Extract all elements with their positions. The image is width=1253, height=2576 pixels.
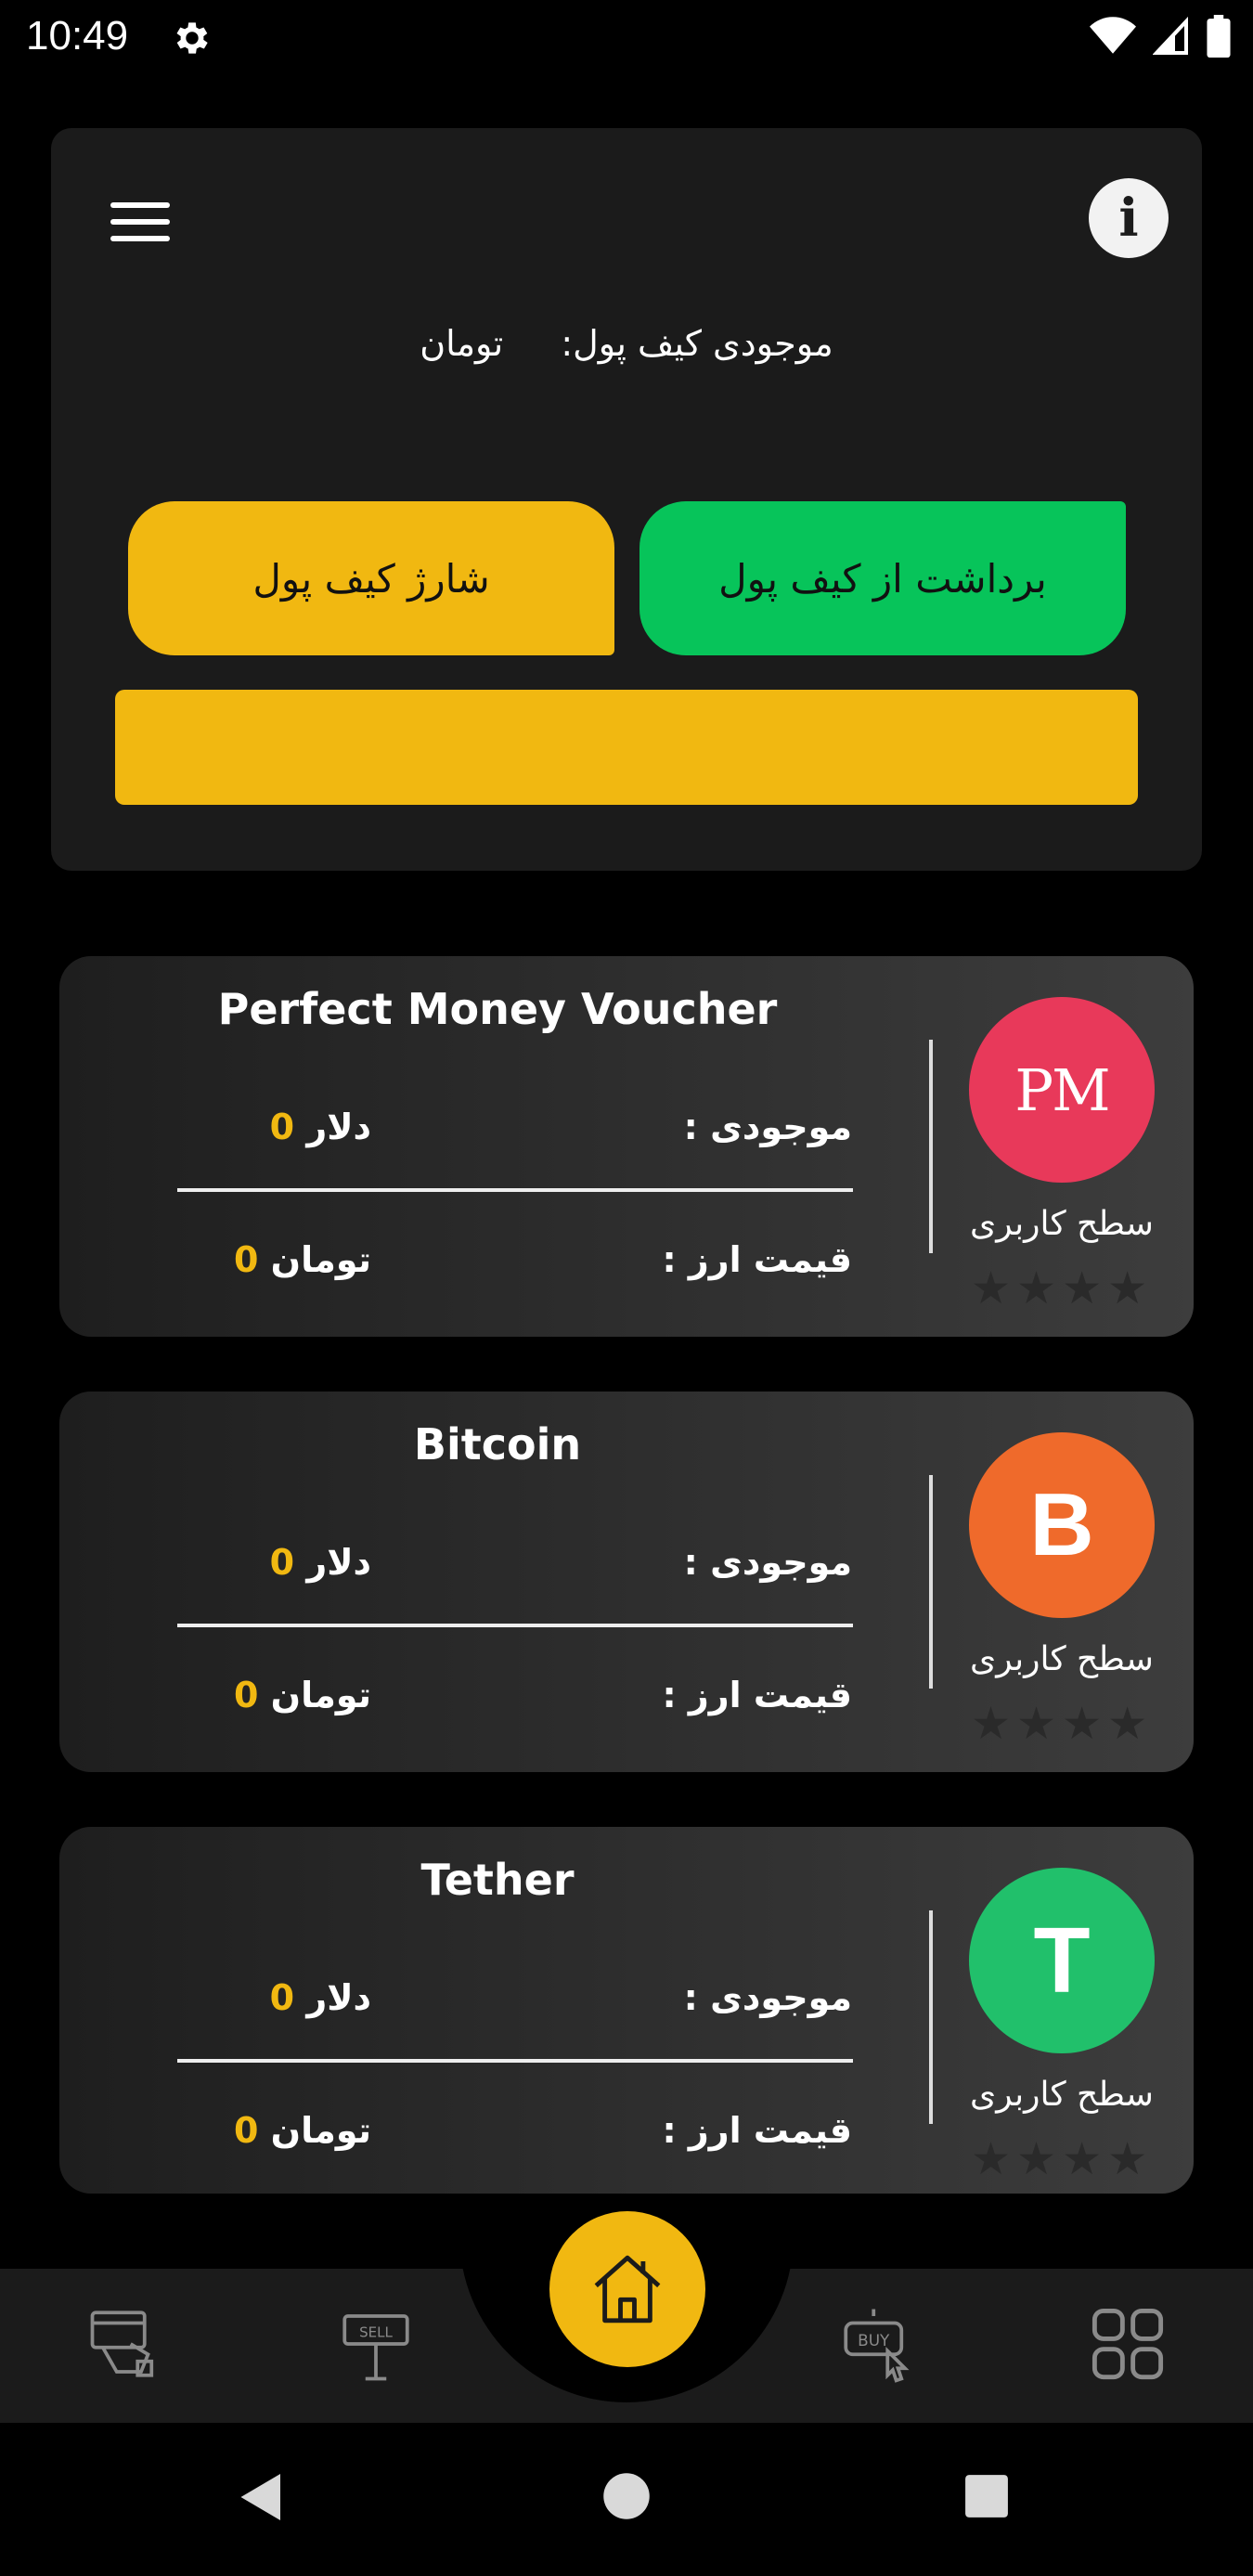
perfect-money-logo-icon: PM xyxy=(969,997,1155,1183)
card-payment-icon[interactable] xyxy=(85,2302,169,2386)
star-icon: ★ xyxy=(1016,1262,1057,1314)
system-navigation-bar xyxy=(0,2423,1253,2576)
bitcoin-logo-icon: B xyxy=(969,1432,1155,1618)
sell-sign-icon[interactable]: SELL xyxy=(334,2302,418,2386)
star-icon: ★ xyxy=(1016,2133,1057,2185)
divider xyxy=(177,1188,853,1192)
currency-title: Tether xyxy=(420,1855,575,1905)
star-icon: ★ xyxy=(1062,1698,1103,1750)
banner-bar[interactable] xyxy=(115,690,1138,805)
star-icon: ★ xyxy=(1107,2133,1148,2185)
rating-stars: ★ ★ ★ ★ xyxy=(971,1702,1147,1746)
balance-unit: دلار xyxy=(306,1977,371,2018)
currency-card-perfect-money[interactable]: Perfect Money Voucher موجودی : 0 دلار قی… xyxy=(59,956,1194,1337)
price-unit: تومان xyxy=(270,1675,371,1715)
status-bar: 10:49 xyxy=(0,0,1253,74)
price-unit: تومان xyxy=(270,1239,371,1280)
price-label: قیمت ارز : xyxy=(662,1675,852,1715)
star-icon: ★ xyxy=(971,1698,1012,1750)
currency-card-tether[interactable]: Tether موجودی : 0 دلار قیمت ارز : 0 توما… xyxy=(59,1827,1194,2194)
balance-unit: دلار xyxy=(306,1542,371,1583)
user-level-label: سطح کاربری xyxy=(970,2076,1154,2114)
currency-title: Bitcoin xyxy=(413,1419,582,1469)
user-level-label: سطح کاربری xyxy=(970,1205,1154,1243)
price-label: قیمت ارز : xyxy=(662,1239,852,1280)
balance-label: موجودی : xyxy=(683,1542,852,1583)
price-value: 0 xyxy=(233,2110,259,2151)
home-button[interactable] xyxy=(549,2211,705,2367)
battery-icon xyxy=(1207,15,1231,58)
hamburger-menu-icon[interactable] xyxy=(110,202,170,249)
star-icon: ★ xyxy=(1016,1698,1057,1750)
currency-title: Perfect Money Voucher xyxy=(217,984,778,1034)
wallet-balance-label: موجودی کیف پول: xyxy=(561,323,833,364)
balance-label: موجودی : xyxy=(683,1977,852,2018)
status-time: 10:49 xyxy=(26,13,129,58)
recents-icon[interactable] xyxy=(963,2473,1010,2519)
price-value: 0 xyxy=(233,1675,259,1715)
currency-card-bitcoin[interactable]: Bitcoin موجودی : 0 دلار قیمت ارز : 0 توم… xyxy=(59,1392,1194,1772)
wifi-icon xyxy=(1090,17,1136,54)
rating-stars: ★ ★ ★ ★ xyxy=(971,2137,1147,2181)
tether-logo-icon: T xyxy=(969,1868,1155,2053)
buy-click-icon[interactable]: BUY xyxy=(835,2302,919,2386)
star-icon: ★ xyxy=(1062,2133,1103,2185)
info-icon[interactable]: i xyxy=(1089,178,1169,258)
wallet-card: i موجودی کیف پول: تومان شارژ کیف پول برد… xyxy=(51,128,1202,871)
svg-text:SELL: SELL xyxy=(359,2324,393,2341)
vertical-divider xyxy=(929,1475,933,1689)
charge-wallet-button[interactable]: شارژ کیف پول xyxy=(128,501,614,655)
price-label: قیمت ارز : xyxy=(662,2110,852,2151)
balance-value: 0 xyxy=(269,1977,295,2018)
back-icon[interactable] xyxy=(234,2469,290,2525)
balance-unit: دلار xyxy=(306,1107,371,1147)
svg-text:BUY: BUY xyxy=(858,2331,890,2349)
star-icon: ★ xyxy=(1107,1262,1148,1314)
rating-stars: ★ ★ ★ ★ xyxy=(971,1266,1147,1311)
star-icon: ★ xyxy=(1107,1698,1148,1750)
star-icon: ★ xyxy=(1062,1262,1103,1314)
balance-value: 0 xyxy=(269,1542,295,1583)
price-value: 0 xyxy=(233,1239,259,1280)
home-icon xyxy=(594,2255,661,2324)
vertical-divider xyxy=(929,1910,933,2124)
balance-label: موجودی : xyxy=(683,1107,852,1147)
balance-value: 0 xyxy=(269,1107,295,1147)
settings-gear-icon xyxy=(176,22,208,54)
vertical-divider xyxy=(929,1040,933,1253)
home-circle-icon[interactable] xyxy=(601,2471,652,2521)
price-unit: تومان xyxy=(270,2110,371,2151)
withdraw-wallet-button[interactable]: برداشت از کیف پول xyxy=(639,501,1126,655)
divider xyxy=(177,1624,853,1627)
signal-icon xyxy=(1153,17,1188,55)
wallet-balance-unit: تومان xyxy=(420,323,504,364)
user-level-label: سطح کاربری xyxy=(970,1640,1154,1678)
divider xyxy=(177,2059,853,2063)
grid-menu-icon[interactable] xyxy=(1086,2302,1169,2386)
wallet-balance: موجودی کیف پول: تومان xyxy=(51,323,1202,364)
star-icon: ★ xyxy=(971,1262,1012,1314)
star-icon: ★ xyxy=(971,2133,1012,2185)
